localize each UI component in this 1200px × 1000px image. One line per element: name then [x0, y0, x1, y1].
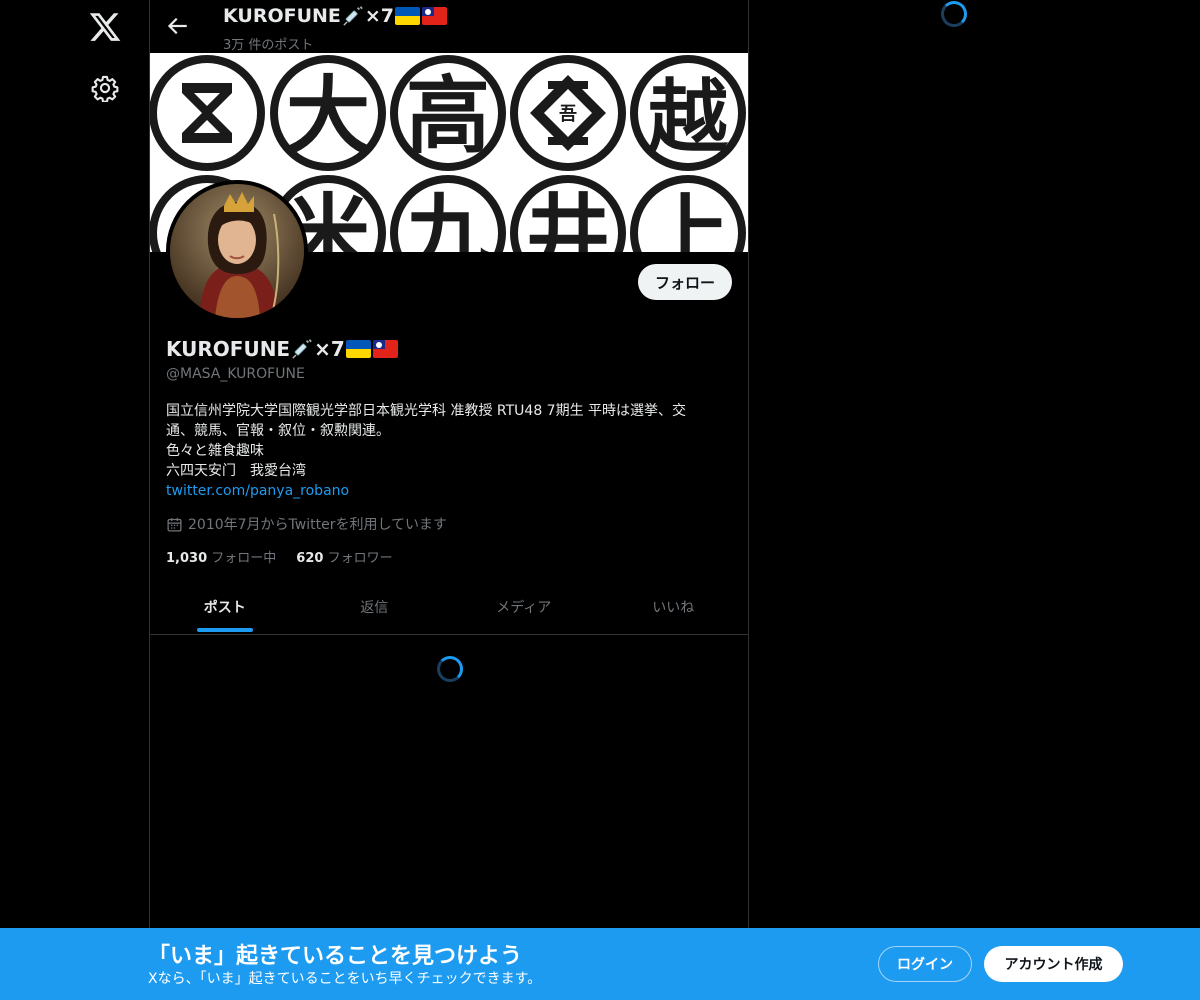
tab-posts[interactable]: ポスト [150, 580, 300, 634]
tab-label: メディア [496, 600, 552, 616]
svg-text:高: 高 [406, 67, 490, 165]
sidebar-loading-spinner [941, 1, 967, 27]
avatar[interactable] [166, 180, 308, 322]
tab-media[interactable]: メディア [449, 580, 599, 634]
login-button[interactable]: ログイン [878, 946, 972, 982]
tab-label: 返信 [360, 600, 389, 616]
avatar-image [170, 184, 304, 318]
svg-text:大: 大 [286, 67, 370, 165]
post-count: 3万 件のポスト [223, 38, 314, 53]
bio-line: 通、競馬、官報・叙位・叙勲関連。 [166, 423, 390, 439]
display-name: KUROFUNE ×7 [166, 337, 398, 361]
calendar-icon [167, 517, 182, 532]
join-date-text: 2010年7月からTwitterを利用しています [188, 517, 448, 533]
ukraine-flag-icon [395, 7, 421, 25]
signup-banner-title: 「いま」起きていることを見つけよう [148, 944, 523, 969]
svg-text:九: 九 [406, 185, 490, 252]
svg-text:上: 上 [646, 185, 730, 252]
left-nav [0, 0, 150, 1000]
followers-count: 620 [296, 551, 324, 566]
header-name: KUROFUNE [223, 5, 341, 27]
loading-spinner [437, 656, 463, 682]
svg-text:吾: 吾 [559, 104, 577, 125]
taiwan-flag-icon [422, 7, 448, 25]
tab-label: いいね [652, 600, 695, 616]
taiwan-flag-icon [372, 340, 398, 358]
x-logo-icon[interactable] [88, 10, 122, 44]
followers-link[interactable]: 620 フォロワー [296, 547, 392, 566]
tab-likes[interactable]: いいね [599, 580, 749, 634]
syringe-icon [343, 6, 363, 26]
display-name-text: KUROFUNE [166, 337, 291, 361]
main-column: KUROFUNE ×7 3万 件のポスト 吾 大 高 越 米 九 井 上 フォロ… [149, 0, 749, 1000]
following-count: 1,030 [166, 551, 208, 566]
user-handle: @MASA_KUROFUNE [166, 366, 305, 382]
tab-replies[interactable]: 返信 [300, 580, 450, 634]
join-date: 2010年7月からTwitterを利用しています [166, 514, 447, 534]
profile-tabs: ポスト 返信 メディア いいね [150, 580, 748, 635]
ukraine-flag-icon [345, 340, 371, 358]
create-account-button[interactable]: アカウント作成 [984, 946, 1123, 982]
profile-link[interactable]: twitter.com/panya_robano [166, 483, 349, 499]
profile-page: KUROFUNE ×7 3万 件のポスト 吾 大 高 越 米 九 井 上 フォロ… [0, 0, 1200, 1000]
active-tab-indicator [196, 628, 253, 632]
display-name-suffix: ×7 [314, 337, 345, 361]
svg-text:井: 井 [526, 185, 610, 252]
header-title: KUROFUNE ×7 [223, 5, 448, 27]
signup-banner-subtitle: Xなら、「いま」起きていることをいち早くチェックできます。 [148, 971, 542, 987]
follow-stats: 1,030 フォロー中 620 フォロワー [166, 547, 393, 566]
svg-text:越: 越 [648, 71, 729, 164]
following-label: フォロー中 [211, 551, 277, 566]
header-name-suffix: ×7 [364, 5, 395, 27]
tab-label: ポスト [203, 600, 246, 616]
following-link[interactable]: 1,030 フォロー中 [166, 547, 276, 566]
bio-line: 六四天安门 我愛台湾 [166, 463, 306, 479]
bio-line: 色々と雑食趣味 [166, 443, 264, 459]
syringe-icon [292, 339, 312, 359]
follow-button[interactable]: フォロー [638, 264, 732, 300]
followers-label: フォロワー [327, 551, 393, 566]
profile-bio: 国立信州学院大学国際観光学部日本観光学科 准教授 RTU48 7期生 平時は選挙… [166, 401, 726, 501]
profile-header: KUROFUNE ×7 3万 件のポスト [150, 0, 748, 53]
arrow-left-icon[interactable] [164, 13, 190, 39]
bio-line: 国立信州学院大学国際観光学部日本観光学科 准教授 RTU48 7期生 平時は選挙… [166, 403, 687, 419]
gear-icon[interactable] [91, 74, 119, 102]
